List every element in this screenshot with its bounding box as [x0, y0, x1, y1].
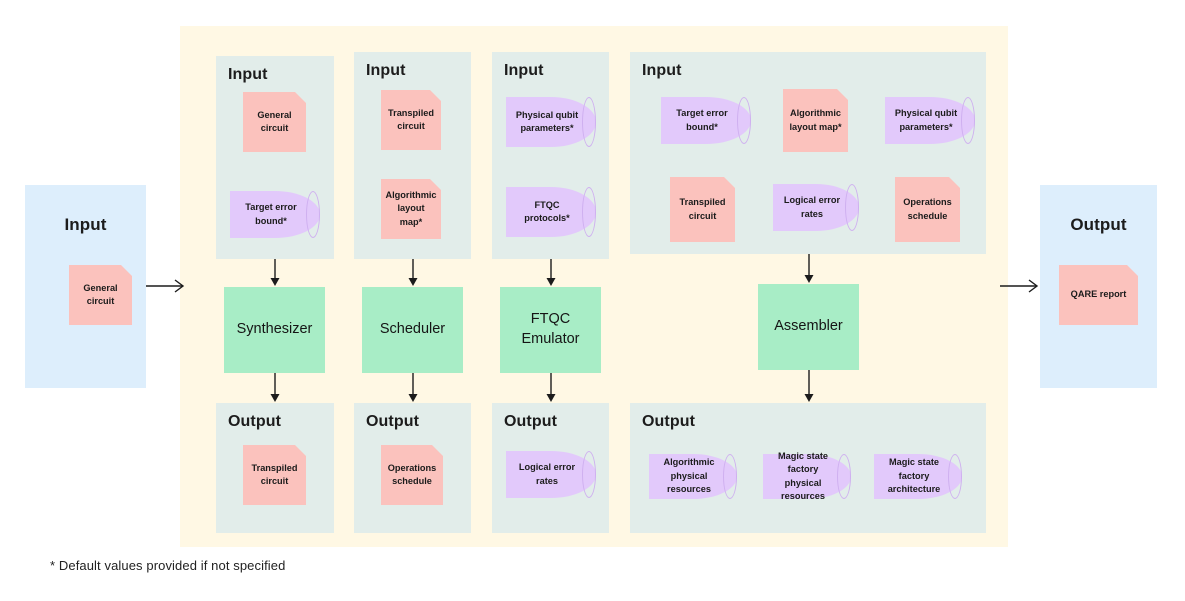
node-label: Logical error rates	[783, 195, 841, 219]
node-general-circuit[interactable]: General circuit	[243, 92, 306, 152]
node-transpiled-circuit[interactable]: Transpiled circuit	[381, 90, 441, 150]
node-operations-schedule-asm[interactable]: Operations schedule	[895, 177, 960, 242]
node-label: General circuit	[83, 282, 118, 306]
node-general-circuit-global[interactable]: General circuit	[69, 265, 132, 325]
process-label: Synthesizer	[236, 321, 313, 338]
node-algorithmic-layout-map-asm[interactable]: Algorithmic layout map*	[783, 89, 848, 152]
node-label: Target error bound*	[676, 108, 728, 132]
footnote-default-values: * Default values provided if not specifi…	[50, 558, 286, 573]
stage-scheduler-input-section: Input Transpiled circuit Algorithmic lay…	[354, 52, 471, 259]
node-label: Transpiled circuit	[251, 462, 298, 486]
process-label: FTQC Emulator	[521, 311, 580, 347]
node-logical-error-rates-asm[interactable]: Logical error rates	[773, 184, 859, 231]
node-operations-schedule-out[interactable]: Operations schedule	[381, 445, 443, 505]
node-label: FTQC protocols*	[524, 199, 570, 223]
node-label: Magic state factory physical resources	[777, 450, 829, 501]
process-synthesizer[interactable]: Synthesizer	[224, 287, 325, 373]
global-output-panel: Output QARE report	[1040, 185, 1157, 388]
node-ftqc-protocols[interactable]: FTQC protocols*	[506, 187, 596, 237]
node-physical-qubit-parameters-asm[interactable]: Physical qubit parameters*	[885, 97, 975, 144]
arrow-ftqc-input-to-process	[546, 259, 556, 286]
document-fold-icon	[432, 445, 443, 456]
node-physical-qubit-parameters[interactable]: Physical qubit parameters*	[506, 97, 596, 147]
stage-assembler-input-section: Input Target error bound* Algorithmic la…	[630, 52, 986, 254]
stage-assembler-output-section: Output Algorithmic physical resources Ma…	[630, 403, 986, 533]
node-label: Physical qubit parameters*	[894, 108, 958, 132]
node-logical-error-rates-out[interactable]: Logical error rates	[506, 451, 596, 498]
document-fold-icon	[1127, 265, 1138, 276]
process-label: Assembler	[774, 318, 843, 335]
node-label: Algorithmic physical resources	[663, 457, 715, 495]
section-title-input: Input	[366, 62, 406, 79]
document-fold-icon	[430, 90, 441, 101]
process-label: Scheduler	[379, 321, 446, 338]
node-magic-state-factory-architecture[interactable]: Magic state factory architecture	[874, 454, 962, 499]
process-ftqc-emulator[interactable]: FTQC Emulator	[500, 287, 601, 373]
stage-ftqc-input-section: Input Physical qubit parameters* FTQC pr…	[492, 52, 609, 259]
document-fold-icon	[724, 177, 735, 188]
stage-scheduler-output-section: Output Operations schedule	[354, 403, 471, 533]
node-label: Physical qubit parameters*	[515, 109, 579, 133]
node-algorithmic-physical-resources[interactable]: Algorithmic physical resources	[649, 454, 737, 499]
stage-synthesizer-output-section: Output Transpiled circuit	[216, 403, 334, 533]
node-label: Target error bound*	[245, 202, 297, 226]
arrow-scheduler-process-to-output	[408, 373, 418, 402]
arrow-assembler-input-to-process	[804, 254, 814, 283]
arrow-synthesizer-process-to-output	[270, 373, 280, 402]
stage-ftqc-output-section: Output Logical error rates	[492, 403, 609, 533]
node-label: QARE report	[1070, 289, 1127, 300]
arrow-synthesizer-input-to-process	[270, 259, 280, 286]
node-label: Transpiled circuit	[388, 107, 434, 131]
arrow-global-input-to-pipeline	[146, 279, 185, 293]
node-algorithmic-layout-map[interactable]: Algorithmic layout map*	[381, 179, 441, 239]
node-label: Logical error rates	[518, 462, 576, 486]
document-fold-icon	[295, 445, 306, 456]
document-fold-icon	[121, 265, 132, 276]
node-target-error-bound[interactable]: Target error bound*	[230, 191, 320, 238]
arrow-scheduler-input-to-process	[408, 259, 418, 286]
global-output-title: Output	[1070, 215, 1127, 234]
global-input-title: Input	[64, 215, 107, 234]
node-label: Operations schedule	[903, 197, 952, 221]
node-label: Magic state factory architecture	[887, 457, 941, 495]
process-scheduler[interactable]: Scheduler	[362, 287, 463, 373]
global-input-panel: Input General circuit	[25, 185, 146, 388]
document-fold-icon	[949, 177, 960, 188]
node-label: Transpiled circuit	[679, 197, 726, 221]
section-title-input: Input	[642, 62, 682, 79]
node-label: Operations schedule	[387, 462, 437, 486]
section-title-output: Output	[228, 413, 282, 430]
node-transpiled-circuit-out[interactable]: Transpiled circuit	[243, 445, 306, 505]
section-title-input: Input	[228, 66, 268, 83]
node-label: Algorithmic layout map*	[789, 108, 842, 132]
node-magic-state-factory-physical-resources[interactable]: Magic state factory physical resources	[763, 451, 851, 501]
node-transpiled-circuit-asm[interactable]: Transpiled circuit	[670, 177, 735, 242]
node-qare-report[interactable]: QARE report	[1059, 265, 1138, 325]
section-title-output: Output	[504, 413, 558, 430]
arrow-pipeline-to-global-output	[1000, 279, 1039, 293]
arrow-ftqc-process-to-output	[546, 373, 556, 402]
node-label: Algorithmic layout map*	[385, 189, 437, 227]
section-title-output: Output	[366, 413, 420, 430]
document-fold-icon	[837, 89, 848, 100]
diagram-canvas: Input General circuit Input General circ…	[0, 0, 1185, 601]
node-target-error-bound-asm[interactable]: Target error bound*	[661, 97, 751, 144]
section-title-output: Output	[642, 413, 696, 430]
node-label: General circuit	[257, 109, 292, 133]
section-title-input: Input	[504, 62, 544, 79]
document-fold-icon	[295, 92, 306, 103]
arrow-assembler-process-to-output	[804, 370, 814, 402]
stage-synthesizer-input-section: Input General circuit Target error bound…	[216, 56, 334, 259]
process-assembler[interactable]: Assembler	[758, 284, 859, 370]
